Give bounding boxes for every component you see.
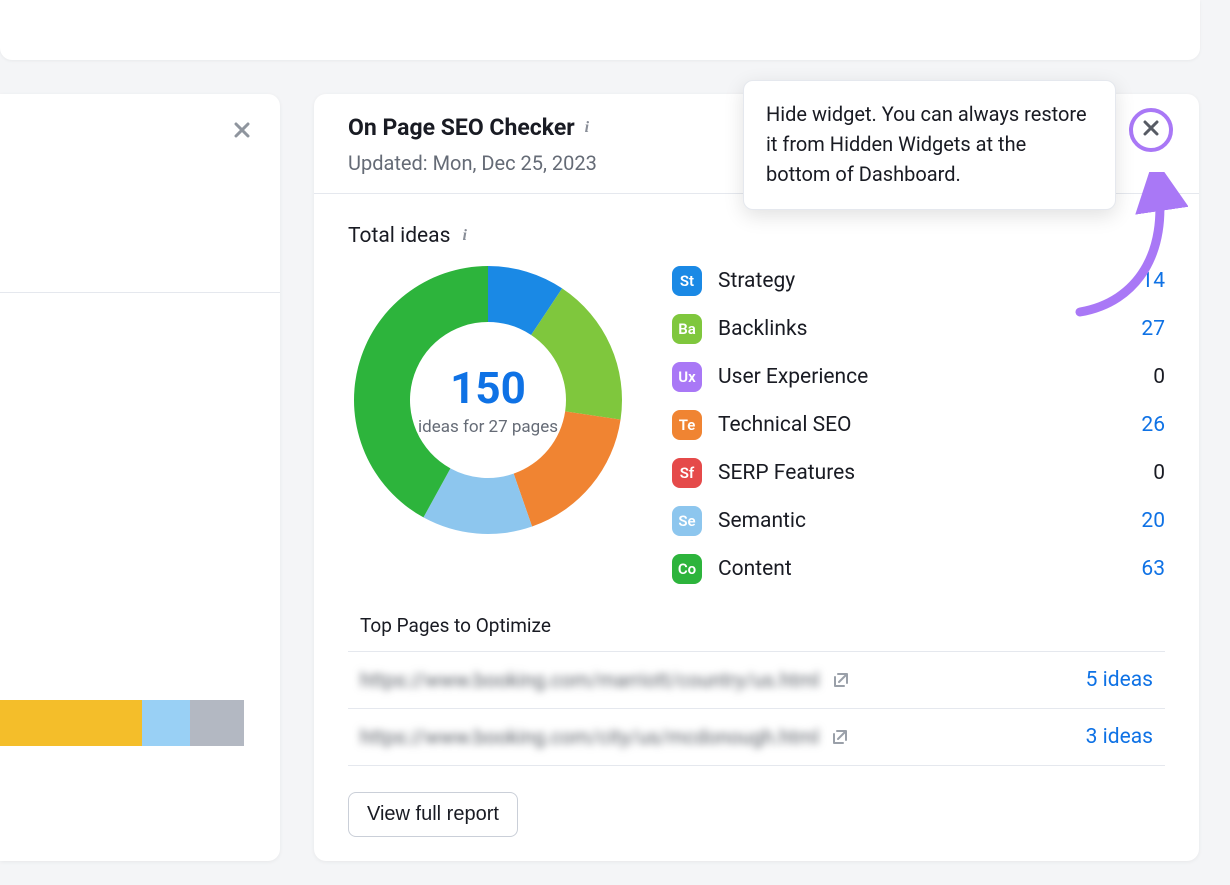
legend-label: Semantic bbox=[718, 509, 806, 533]
bar-segment-yellow bbox=[0, 700, 142, 746]
top-strip-panel bbox=[0, 0, 1200, 60]
legend-badge: Co bbox=[672, 554, 702, 584]
legend-count: 27 bbox=[1129, 317, 1165, 341]
legend-label: Backlinks bbox=[718, 317, 807, 341]
left-partial-widget bbox=[0, 94, 280, 861]
legend: St Strategy 14 Ba Backlinks 27 Ux User Experien… bbox=[672, 266, 1165, 584]
legend-label: SERP Features bbox=[718, 461, 855, 485]
legend-count: 63 bbox=[1129, 557, 1165, 581]
total-ideas-label: Total ideas bbox=[348, 224, 450, 248]
legend-count: 26 bbox=[1129, 413, 1165, 437]
donut-chart: 150 ideas for 27 pages bbox=[348, 260, 628, 540]
external-link-icon[interactable] bbox=[831, 728, 849, 746]
donut-total: 150 bbox=[418, 362, 558, 414]
legend-row[interactable]: Se Semantic 20 bbox=[672, 506, 1165, 536]
legend-label: User Experience bbox=[718, 365, 868, 389]
info-icon[interactable]: i bbox=[462, 227, 466, 245]
legend-row[interactable]: St Strategy 14 bbox=[672, 266, 1165, 296]
legend-badge: Se bbox=[672, 506, 702, 536]
legend-row[interactable]: Co Content 63 bbox=[672, 554, 1165, 584]
tooltip-text: Hide widget. You can always restore it f… bbox=[766, 102, 1087, 186]
ideas-count: 5 ideas bbox=[1086, 668, 1153, 692]
legend-badge: Ux bbox=[672, 362, 702, 392]
page-row[interactable]: https://www.booking.com/marriott/country… bbox=[348, 652, 1165, 709]
external-link-icon[interactable] bbox=[832, 671, 850, 689]
close-icon[interactable] bbox=[230, 118, 254, 142]
divider bbox=[0, 292, 280, 293]
legend-badge: Ba bbox=[672, 314, 702, 344]
bar-segment-gray bbox=[190, 700, 244, 746]
legend-row[interactable]: Ux User Experience 0 bbox=[672, 362, 1165, 392]
ideas-count: 3 ideas bbox=[1086, 725, 1153, 749]
donut-subtitle: ideas for 27 pages bbox=[418, 416, 558, 438]
legend-count: 0 bbox=[1129, 461, 1165, 485]
hide-widget-tooltip: Hide widget. You can always restore it f… bbox=[743, 80, 1116, 210]
legend-count: 20 bbox=[1129, 509, 1165, 533]
stacked-bar bbox=[0, 700, 244, 746]
legend-row[interactable]: Te Technical SEO 26 bbox=[672, 410, 1165, 440]
widget-title: On Page SEO Checker bbox=[348, 114, 575, 141]
legend-badge: Sf bbox=[672, 458, 702, 488]
view-full-report-button[interactable]: View full report bbox=[348, 792, 518, 837]
top-pages-title: Top Pages to Optimize bbox=[348, 614, 1165, 652]
legend-count: 14 bbox=[1129, 269, 1165, 293]
hide-widget-button[interactable] bbox=[1129, 108, 1173, 152]
close-icon bbox=[1142, 119, 1160, 142]
info-icon[interactable]: i bbox=[585, 119, 589, 137]
legend-label: Content bbox=[718, 557, 792, 581]
legend-badge: St bbox=[672, 266, 702, 296]
legend-row[interactable]: Sf SERP Features 0 bbox=[672, 458, 1165, 488]
page-url: https://www.booking.com/city/us/mcdonoug… bbox=[360, 725, 819, 749]
legend-label: Technical SEO bbox=[718, 413, 852, 437]
legend-badge: Te bbox=[672, 410, 702, 440]
legend-count: 0 bbox=[1129, 365, 1165, 389]
legend-label: Strategy bbox=[718, 269, 795, 293]
page-url: https://www.booking.com/marriott/country… bbox=[360, 668, 820, 692]
bar-segment-blue bbox=[142, 700, 190, 746]
page-row[interactable]: https://www.booking.com/city/us/mcdonoug… bbox=[348, 709, 1165, 766]
legend-row[interactable]: Ba Backlinks 27 bbox=[672, 314, 1165, 344]
